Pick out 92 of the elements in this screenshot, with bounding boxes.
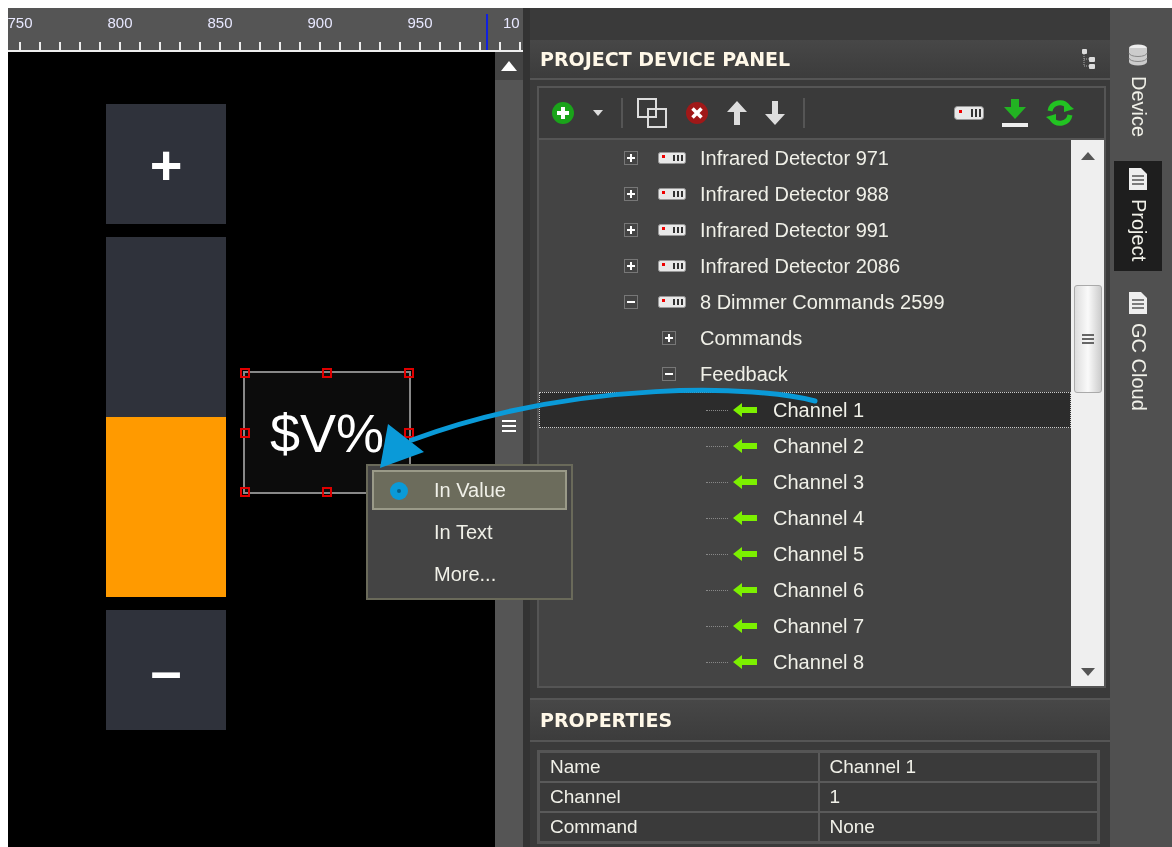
tree-row[interactable]: Feedback [539,356,1071,392]
scroll-up-icon [501,61,517,71]
device-icon [658,260,686,272]
document-icon [1128,291,1148,316]
tree-item-label: 8 Dimmer Commands 2599 [700,290,945,314]
panel-title: PROPERTIES [540,709,673,731]
tree-row[interactable]: Infrared Detector 988 [539,176,1071,212]
scroll-down-icon [1080,668,1095,676]
tree-item-label: Channel 7 [773,614,865,638]
ruler-label: 950 [406,13,434,33]
expand-icon[interactable] [624,151,638,165]
scroll-up-icon [1080,152,1095,160]
scroll-thumb[interactable] [1073,285,1102,393]
tree-item-label: Channel 3 [773,470,865,494]
tree-item-label: Infrared Detector 991 [700,218,889,242]
tree-item-label: Feedback [700,362,788,386]
tree-item-label: Infrared Detector 2086 [700,254,901,278]
device-icon [658,188,686,200]
radio-dot-icon [390,482,408,500]
ruler-label: 800 [106,13,134,33]
expand-icon[interactable] [624,259,638,273]
tree-row[interactable]: Channel 8 [539,644,1071,680]
menu-item[interactable]: In Value [372,470,567,510]
tree-row[interactable]: Channel 2 [539,428,1071,464]
side-tab[interactable]: GC Cloud [1114,285,1162,422]
tree-row[interactable]: Infrared Detector 991 [539,212,1071,248]
resize-handle[interactable] [322,368,332,378]
left-arrow-icon [733,655,757,669]
plus-button[interactable]: + [106,104,226,224]
side-tab[interactable]: Project [1114,161,1162,272]
tree-item-label: Channel 5 [773,542,865,566]
expand-icon[interactable] [624,187,638,201]
tree-row[interactable]: Commands [539,320,1071,356]
ruler-label: 750 [6,13,34,33]
up-arrow-icon[interactable] [727,101,747,125]
device-icon [658,224,686,236]
left-arrow-icon [733,547,757,561]
resize-handle[interactable] [322,487,332,497]
grip-icon [502,420,516,432]
tree-row[interactable]: Infrared Detector 2086 [539,248,1071,284]
tree-item-label: Channel 2 [773,434,865,458]
ruler-label: 900 [306,13,334,33]
tree-row[interactable]: 8 Dimmer Commands 2599 [539,284,1071,320]
tree-item-label: Channel 4 [773,506,865,530]
left-arrow-icon [733,439,757,453]
side-tab[interactable]: Device [1114,38,1162,148]
panel-splitter[interactable] [523,8,530,847]
collapse-icon[interactable] [662,367,676,381]
copy-icon[interactable] [637,98,667,128]
down-arrow-icon[interactable] [765,101,785,125]
left-arrow-icon [733,511,757,525]
document-icon [1128,167,1148,192]
ruler-label: 10 [503,13,520,33]
tree-item-label: Infrared Detector 971 [700,146,889,170]
grip-icon [1081,334,1094,344]
collapse-icon[interactable] [624,295,638,309]
resize-handle[interactable] [240,428,250,438]
resize-handle[interactable] [404,368,414,378]
expand-icon[interactable] [662,331,676,345]
tree-view-icon [1080,48,1096,70]
refresh-icon[interactable] [1046,99,1074,127]
device-icon[interactable] [954,106,984,120]
device-icon [658,296,686,308]
tree-scrollbar[interactable] [1071,140,1104,686]
minus-button[interactable]: – [106,610,226,730]
tree-row[interactable]: Infrared Detector 971 [539,140,1071,176]
tree-row[interactable]: Channel 7 [539,608,1071,644]
tree-item-label: Infrared Detector 988 [700,182,889,206]
slider-track[interactable] [106,237,226,597]
left-arrow-icon [733,619,757,633]
download-icon[interactable] [1002,99,1028,127]
tree-row[interactable]: Channel 1 [539,392,1071,428]
position-marker [486,14,488,50]
tree-item-label: Channel 8 [773,650,865,674]
left-arrow-icon [733,475,757,489]
tree-item-label: Channel 1 [773,398,865,422]
delete-icon[interactable] [685,101,709,125]
left-arrow-icon [733,403,757,417]
caret-icon[interactable] [593,110,603,116]
add-icon[interactable] [551,101,575,125]
ruler-label: 850 [206,13,234,33]
device-icon [658,152,686,164]
property-name: Channel [538,782,819,812]
tree-item-label: Commands [700,326,803,350]
tree-item-label: Channel 6 [773,578,865,602]
expand-icon[interactable] [624,223,638,237]
left-arrow-icon [733,583,757,597]
resize-handle[interactable] [240,368,250,378]
panel-title: PROJECT DEVICE PANEL [540,48,791,70]
property-name: Name [538,751,819,782]
resize-handle[interactable] [240,487,250,497]
database-icon [1128,44,1148,68]
